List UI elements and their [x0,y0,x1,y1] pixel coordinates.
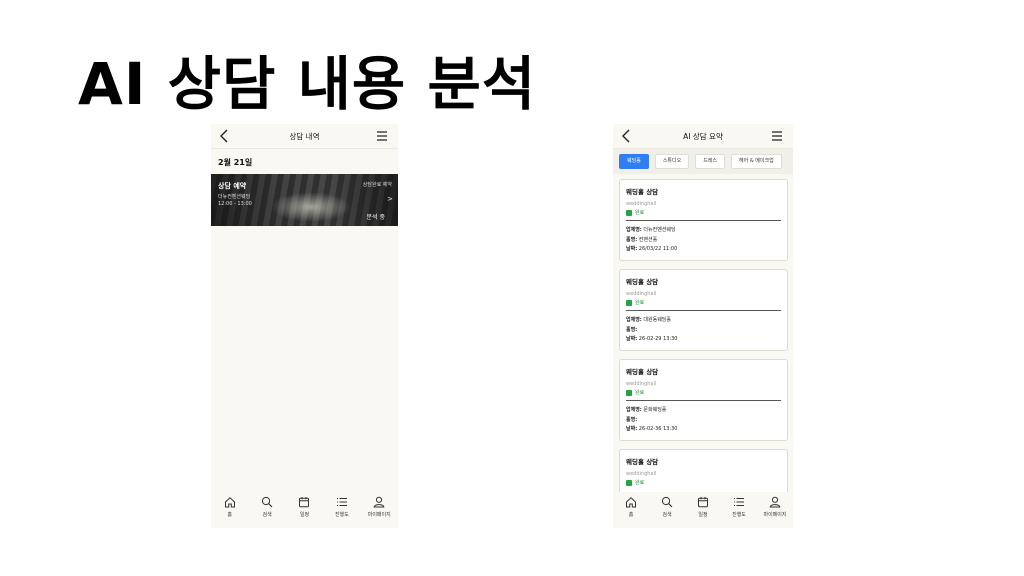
nav-item-search[interactable]: 검색 [249,496,285,518]
hall-row: 홀명: [626,416,638,423]
card-title: 상담 예약 [218,182,247,190]
status-label: 완료 [635,300,645,306]
menu-icon[interactable] [376,130,388,142]
nav-label: 일정 [299,512,310,518]
card-title: 웨딩홀 상담 [626,458,659,466]
status-label: 완료 [635,210,645,216]
summary-card[interactable]: 웨딩홀 상담 weddinghall 완료 업체명: 대원동웨딩홀 홀명: 날짜… [619,269,788,351]
nav-item-schedule[interactable]: 일정 [685,496,721,518]
status-badge: 완료 [626,389,781,396]
nav-label: 진행도 [732,512,746,518]
nav-label: 진행도 [334,512,349,518]
tab-dress[interactable]: 드레스 [695,153,726,169]
user-icon [769,496,781,508]
topbar: 상담 내역 [211,124,398,149]
divider [626,220,781,221]
divider [626,400,781,401]
card-venue: 더뉴컨벤션웨딩 [218,194,251,200]
page-title: 상담 내역 [289,131,320,141]
chevron-right-icon[interactable]: > [387,195,393,203]
venue-photo [271,192,351,222]
date-heading: 2월 21일 [218,158,253,167]
check-icon [626,389,632,396]
nav-item-mypage[interactable]: 마이페이지 [361,496,397,518]
ai-summary-screen: AI 상담 요약 웨딩홀 스튜디오 드레스 헤어 & 메이크업 웨딩홀 상담 w… [613,124,793,528]
check-icon [626,479,632,486]
card-title: 웨딩홀 상담 [626,368,659,376]
check-icon [626,209,632,216]
card-time: 12:00 - 13:00 [218,201,252,207]
check-icon [626,299,632,306]
status-label: 완료 [635,480,645,486]
slide-title: AI 상담 내용 분석 [78,50,537,118]
nav-item-search[interactable]: 검색 [649,496,685,518]
nav-label: 검색 [662,512,672,518]
nav-label: 마이페이지 [763,512,787,518]
list-icon [336,497,347,507]
card-subtitle: weddinghall [626,471,657,477]
hall-row: 홀명: 컨벤션홀 [626,236,658,243]
analysis-status: 분석 중 [366,214,385,221]
status-badge: 완료 [626,479,781,486]
back-arrow-icon[interactable] [219,129,231,143]
consultation-card[interactable]: 상담 예약 더뉴컨벤션웨딩 12:00 - 13:00 상담완료 예약 > 분석… [211,174,398,226]
card-subtitle: weddinghall [626,201,657,207]
tab-studio[interactable]: 스튜디오 [654,153,690,169]
company-row: 업체명: 더뉴컨벤션웨딩 [626,227,676,233]
tab-hair-makeup[interactable]: 헤어 & 메이크업 [731,153,782,169]
divider [626,310,781,311]
card-title: 웨딩홀 상담 [626,278,659,286]
card-title: 웨딩홀 상담 [626,188,659,196]
company-row: 업체명: 대원동웨딩홀 [626,317,672,323]
summary-list: 웨딩홀 상담 weddinghall 완료 업체명: 더뉴컨벤션웨딩 홀명: 컨… [613,174,793,528]
bottom-nav: 홈 검색 일정 진행도 마이페이지 [211,492,398,528]
nav-item-mypage[interactable]: 마이페이지 [757,496,793,518]
company-row: 업체명: 문화웨딩홀 [626,407,667,413]
category-tabs: 웨딩홀 스튜디오 드레스 헤어 & 메이크업 [613,149,793,174]
date-row: 날짜: 26-02-36 13:30 [626,426,678,432]
date-row: 날짜: 26-02-29 13:30 [626,336,678,342]
home-icon [224,497,235,508]
nav-item-schedule[interactable]: 일정 [286,496,322,518]
back-arrow-icon[interactable] [621,129,633,143]
status-badge: 완료 [626,209,781,216]
consultation-history-screen: 상담 내역 2월 21일 상담 예약 더뉴컨벤션웨딩 12:00 - 13:00… [211,124,398,528]
search-icon [261,496,273,508]
calendar-icon [698,497,708,508]
page-title: AI 상담 요약 [683,131,723,141]
card-status-badge: 상담완료 예약 [362,182,392,188]
bottom-nav: 홈 검색 일정 진행도 마이페이지 [613,492,793,528]
card-subtitle: weddinghall [626,381,657,387]
nav-label: 검색 [262,512,272,518]
nav-item-progress[interactable]: 진행도 [721,496,757,518]
search-icon [661,496,673,508]
nav-label: 홈 [628,512,634,518]
user-icon [373,496,385,508]
topbar: AI 상담 요약 [613,124,793,149]
tab-weddinghall[interactable]: 웨딩홀 [619,153,649,169]
nav-label: 마이페이지 [367,512,391,518]
list-icon [734,497,744,507]
status-badge: 완료 [626,299,781,306]
nav-item-progress[interactable]: 진행도 [324,496,360,518]
menu-icon[interactable] [771,130,783,142]
nav-item-home[interactable]: 홈 [212,496,248,518]
summary-card[interactable]: 웨딩홀 상담 weddinghall 완료 업체명: 더뉴컨벤션웨딩 홀명: 컨… [619,179,788,261]
nav-label: 홈 [227,512,232,518]
hall-row: 홀명: [626,326,638,333]
nav-item-home[interactable]: 홈 [613,496,649,518]
card-subtitle: weddinghall [626,291,657,297]
home-icon [626,497,636,508]
date-row: 날짜: 26/03/22 11:00 [626,246,678,252]
calendar-icon [299,497,310,508]
status-label: 완료 [635,390,645,396]
summary-card[interactable]: 웨딩홀 상담 weddinghall 완료 업체명: 문화웨딩홀 홀명: 날짜:… [619,359,788,441]
nav-label: 일정 [698,512,708,518]
